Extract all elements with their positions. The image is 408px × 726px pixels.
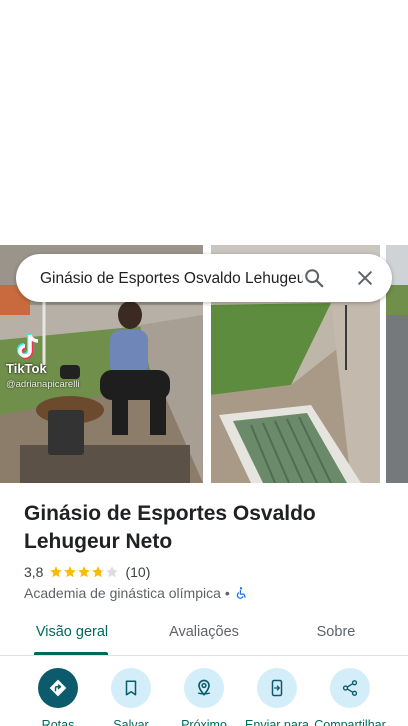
- share-circle: [330, 668, 370, 708]
- send-to-phone-label: Enviar para: [245, 718, 309, 726]
- rating-value: 3,8: [24, 564, 44, 580]
- nearby-button[interactable]: Próximo: [164, 668, 244, 726]
- tab-reviews[interactable]: Avaliações: [156, 612, 252, 656]
- wheelchair-icon[interactable]: [234, 586, 248, 600]
- tiktok-watermark-handle: @adrianapicarelli: [6, 379, 80, 390]
- star-icon: [64, 566, 77, 578]
- category-text: Academia de ginástica olímpica: [24, 585, 221, 601]
- search-bar[interactable]: Ginásio de Esportes Osvaldo Lehugeur Net…: [16, 254, 392, 302]
- close-icon: [358, 271, 372, 285]
- save-label: Salvar: [113, 718, 149, 726]
- review-count: (10): [125, 564, 151, 580]
- bookmark-icon: [125, 680, 137, 696]
- directions-circle: [38, 668, 78, 708]
- directions-label: Rotas: [41, 718, 75, 726]
- category-separator: •: [224, 585, 230, 601]
- star-icon: [92, 566, 105, 578]
- search-icon: [305, 269, 324, 288]
- share-label: Compartilhar: [314, 718, 386, 726]
- tab-about[interactable]: Sobre: [290, 612, 382, 656]
- map-area-blank: [0, 0, 408, 245]
- nearby-label: Próximo: [181, 718, 227, 726]
- send-to-phone-button[interactable]: Enviar para: [237, 668, 317, 726]
- tab-bar: Visão geral Avaliações Sobre: [0, 612, 408, 656]
- nearby-icon: [197, 679, 211, 696]
- rating-row[interactable]: 3,8 (10): [24, 562, 150, 582]
- star-empty-icon: [106, 566, 119, 578]
- place-title: Ginásio de Esportes Osvaldo Lehugeur Net…: [24, 502, 316, 553]
- category-row: Academia de ginástica olímpica •: [24, 583, 248, 603]
- tab-overview[interactable]: Visão geral: [24, 612, 120, 656]
- action-bar: Rotas Salvar Próximo Enviar para Compart…: [0, 668, 408, 726]
- star-icon: [50, 566, 63, 578]
- save-circle: [111, 668, 151, 708]
- nearby-circle: [184, 668, 224, 708]
- directions-icon: [49, 679, 67, 697]
- share-icon: [342, 680, 358, 696]
- search-button[interactable]: [298, 262, 330, 294]
- directions-button[interactable]: Rotas: [18, 668, 98, 726]
- search-query-text[interactable]: Ginásio de Esportes Osvaldo Lehugeur Net…: [40, 268, 303, 290]
- share-button[interactable]: Compartilhar: [310, 668, 390, 726]
- send-to-phone-icon: [271, 679, 283, 697]
- save-button[interactable]: Salvar: [91, 668, 171, 726]
- close-button[interactable]: [349, 262, 381, 294]
- star-rating: [49, 565, 119, 579]
- send-to-phone-circle: [257, 668, 297, 708]
- active-tab-indicator: [34, 652, 108, 655]
- tiktok-watermark-brand: TikTok: [6, 361, 47, 376]
- star-icon: [78, 566, 91, 578]
